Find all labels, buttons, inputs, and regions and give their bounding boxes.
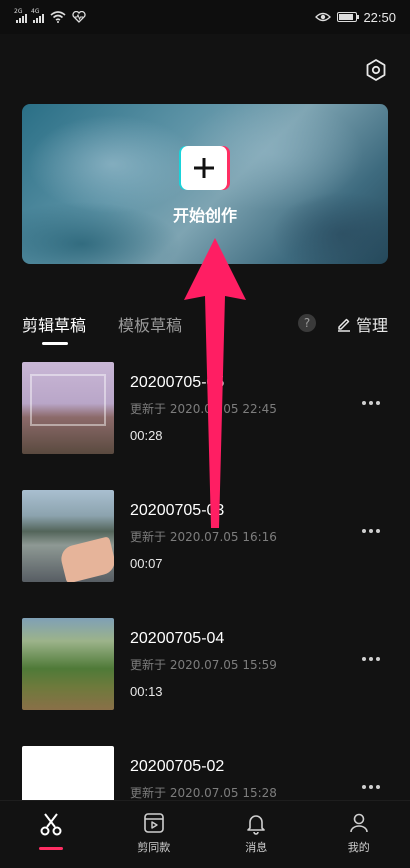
bottom-nav: 剪同款 消息 我的 bbox=[0, 800, 410, 868]
profile-icon bbox=[347, 811, 371, 835]
nav-label: 剪同款 bbox=[137, 839, 170, 855]
more-options-button[interactable] bbox=[362, 782, 386, 792]
manage-label: 管理 bbox=[356, 312, 388, 336]
tab-edit-drafts[interactable]: 剪辑草稿 bbox=[22, 312, 86, 336]
draft-item[interactable]: 20200705-04 更新于 2020.07.05 15:59 00:13 bbox=[22, 616, 388, 708]
draft-updated: 更新于 2020.07.05 15:28 bbox=[130, 784, 277, 801]
draft-duration: 00:28 bbox=[130, 428, 163, 443]
network-type-label: 2G bbox=[14, 8, 22, 15]
plus-icon bbox=[193, 157, 215, 179]
start-creation-label: 开始创作 bbox=[22, 202, 388, 226]
more-options-button[interactable] bbox=[362, 654, 386, 664]
status-time: 22:50 bbox=[363, 10, 396, 25]
settings-button[interactable] bbox=[362, 56, 390, 84]
status-left: 2G 4G bbox=[16, 11, 86, 23]
add-project-button[interactable] bbox=[181, 146, 227, 190]
nav-label: 消息 bbox=[245, 839, 267, 855]
heart-rate-icon bbox=[72, 11, 86, 23]
network-type-label-2: 4G bbox=[31, 8, 39, 15]
scissors-icon bbox=[38, 811, 64, 837]
wifi-icon bbox=[50, 11, 66, 23]
draft-thumbnail bbox=[22, 618, 114, 710]
bell-icon bbox=[244, 811, 268, 835]
annotation-arrow bbox=[180, 236, 250, 536]
more-options-button[interactable] bbox=[362, 526, 386, 536]
battery-icon bbox=[337, 12, 357, 22]
draft-updated: 更新于 2020.07.05 15:59 bbox=[130, 656, 277, 673]
nav-label: 我的 bbox=[348, 839, 370, 855]
draft-title: 20200705-02 bbox=[130, 758, 224, 776]
hexagon-settings-icon bbox=[364, 58, 388, 82]
draft-thumbnail bbox=[22, 362, 114, 454]
tab-template-drafts[interactable]: 模板草稿 bbox=[118, 312, 182, 336]
nav-profile[interactable]: 我的 bbox=[308, 801, 410, 868]
help-icon[interactable]: ? bbox=[298, 314, 316, 332]
nav-messages[interactable]: 消息 bbox=[205, 801, 308, 868]
signal-icon-2: 4G bbox=[33, 12, 44, 23]
eye-icon bbox=[315, 11, 331, 23]
draft-duration: 00:07 bbox=[130, 556, 163, 571]
manage-button[interactable]: 管理 bbox=[336, 312, 388, 336]
draft-title: 20200705-04 bbox=[130, 630, 224, 648]
more-options-button[interactable] bbox=[362, 398, 386, 408]
nav-template[interactable]: 剪同款 bbox=[103, 801, 206, 868]
status-bar: 2G 4G 22:50 bbox=[0, 0, 410, 34]
edit-icon bbox=[336, 316, 352, 332]
active-tab-indicator bbox=[42, 342, 68, 345]
clapper-icon bbox=[142, 811, 166, 835]
status-right: 22:50 bbox=[315, 10, 396, 25]
nav-edit[interactable] bbox=[0, 801, 103, 868]
active-nav-indicator bbox=[39, 847, 63, 850]
signal-icon: 2G bbox=[16, 12, 27, 23]
draft-duration: 00:13 bbox=[130, 684, 163, 699]
draft-thumbnail bbox=[22, 490, 114, 582]
